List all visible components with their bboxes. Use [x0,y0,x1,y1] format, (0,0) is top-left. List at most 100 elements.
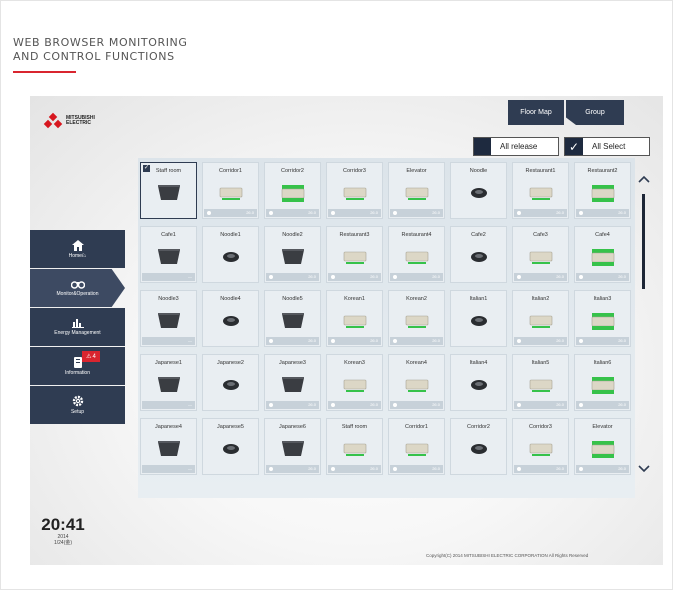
wall-unit-on-icon [591,249,615,266]
temperature-readout: 26.0 [576,401,629,409]
unit-name: Noodle3 [158,296,179,302]
unit-name: Restaurant2 [587,168,618,174]
wall-unit-icon [529,251,553,264]
unit-name: Noodle4 [220,296,241,302]
all-select-button[interactable]: ✓ All Select [564,137,650,156]
mode-dot-icon [393,403,397,407]
unit-tile[interactable]: Japanese5 [202,418,259,475]
unit-name: Korean4 [406,360,427,366]
mode-dot-icon [269,211,273,215]
mode-dot-icon [331,467,335,471]
group-button[interactable]: Group [566,100,624,125]
warning-triangle-icon: ⚠ [86,354,92,360]
unit-tile[interactable]: Restaurant3 26.0 [326,226,383,283]
wall-unit-icon [343,379,367,392]
sidebar-item-home[interactable]: Home/⌂ [30,230,125,268]
copyright: Copyright(C) 2014 MITSUBISHI ELECTRIC CO… [426,553,589,558]
unit-tile[interactable]: Elevator 26.0 [388,162,445,219]
unit-tile[interactable]: Japanese3 26.0 [264,354,321,411]
unit-tile[interactable]: Corridor2 26.0 [264,162,321,219]
unit-name: Italian6 [593,360,612,366]
all-release-button[interactable]: All release [473,137,559,156]
temperature-readout: 26.0 [514,465,567,473]
unit-tile[interactable]: Japanese6 26.0 [264,418,321,475]
unit-tile[interactable]: Japanese4 — [140,418,197,475]
unit-name: Cafe3 [533,232,548,238]
unit-tile[interactable]: Cafe2 [450,226,507,283]
temperature-value: 26.0 [618,402,626,407]
heading-line-1: WEB BROWSER MONITORING [13,36,188,49]
unit-tile[interactable]: Japanese2 [202,354,259,411]
unit-tile[interactable]: Corridor2 [450,418,507,475]
round-unit-icon [223,316,239,326]
sidebar-item-label: Home/⌂ [68,252,87,259]
unit-tile[interactable]: Italian1 [450,290,507,347]
unit-tile[interactable]: Restaurant4 26.0 [388,226,445,283]
unit-name: Staff room [155,168,182,174]
unit-tile[interactable]: Cafe4 26.0 [574,226,631,283]
unit-tile[interactable]: Noodle4 [202,290,259,347]
unit-name: Noodle2 [282,232,303,238]
temperature-value: 26.0 [370,466,378,471]
round-unit-icon [223,252,239,262]
sidebar-item-monitor-operation[interactable]: Monitor&Operation [30,269,125,307]
unit-tile[interactable]: Italian6 26.0 [574,354,631,411]
unit-tile[interactable]: Corridor1 26.0 [202,162,259,219]
unit-tile[interactable]: Japanese1 — [140,354,197,411]
unit-name: Korean1 [344,296,365,302]
unit-tile[interactable]: Restaurant2 26.0 [574,162,631,219]
unit-tile[interactable]: Korean3 26.0 [326,354,383,411]
bar-chart-icon [71,319,84,328]
unit-name: Italian5 [531,360,550,366]
wall-unit-icon [405,251,429,264]
sidebar-item-setup[interactable]: Setup [30,386,125,424]
unit-tile[interactable]: Noodle3 — [140,290,197,347]
temperature-readout: 26.0 [514,273,567,281]
unit-tile[interactable]: Elevator 26.0 [574,418,631,475]
unit-tile[interactable]: Noodle [450,162,507,219]
temperature-value: 26.0 [618,274,626,279]
scrollbar[interactable] [635,172,653,492]
wall-unit-icon [529,315,553,328]
unit-tile[interactable]: Noodle2 26.0 [264,226,321,283]
temperature-readout: 26.0 [266,273,319,281]
unit-tile[interactable]: Corridor3 26.0 [326,162,383,219]
wall-unit-icon [405,187,429,200]
scroll-up-chevron-icon[interactable] [635,172,653,186]
unit-tile[interactable]: Cafe1 — [140,226,197,283]
unit-tile[interactable]: Italian5 26.0 [512,354,569,411]
ceiling-cassette-unit-icon [158,185,180,200]
wall-unit-icon [529,187,553,200]
unit-tile[interactable]: Corridor3 26.0 [512,418,569,475]
temperature-readout: 26.0 [390,465,443,473]
unit-name: Italian2 [531,296,550,302]
temperature-value: 26.0 [556,466,564,471]
unit-tile[interactable]: Noodle5 26.0 [264,290,321,347]
round-unit-icon [223,444,239,454]
sidebar-item-energy-management[interactable]: Energy Management [30,308,125,346]
unit-tile[interactable]: Restaurant1 26.0 [512,162,569,219]
floor-map-button[interactable]: Floor Map [508,100,564,125]
unit-tile[interactable]: ✓ Staff room [140,162,197,219]
unit-name: Corridor1 [219,168,242,174]
clock: 20:41 2014 1/24(金) [38,516,88,547]
scroll-thumb[interactable] [642,194,645,289]
unit-tile[interactable]: Noodle1 [202,226,259,283]
temperature-value: 26.0 [246,210,254,215]
unit-name: Japanese2 [217,360,244,366]
unit-tile[interactable]: Corridor1 26.0 [388,418,445,475]
unit-tile[interactable]: Cafe3 26.0 [512,226,569,283]
sidebar-item-information[interactable]: Information ⚠ 4 [30,347,125,385]
unit-tile[interactable]: Korean2 26.0 [388,290,445,347]
unit-tile[interactable]: Korean1 26.0 [326,290,383,347]
unit-tile[interactable]: Italian4 [450,354,507,411]
unit-tile[interactable]: Staff room 26.0 [326,418,383,475]
unit-name: Corridor3 [529,424,552,430]
scroll-down-chevron-icon[interactable] [635,462,653,476]
wall-unit-icon [405,443,429,456]
unit-tile[interactable]: Italian3 26.0 [574,290,631,347]
unit-tile[interactable]: Italian2 26.0 [512,290,569,347]
temperature-readout: 26.0 [514,209,567,217]
unit-tile[interactable]: Korean4 26.0 [388,354,445,411]
unit-name: Cafe1 [161,232,176,238]
